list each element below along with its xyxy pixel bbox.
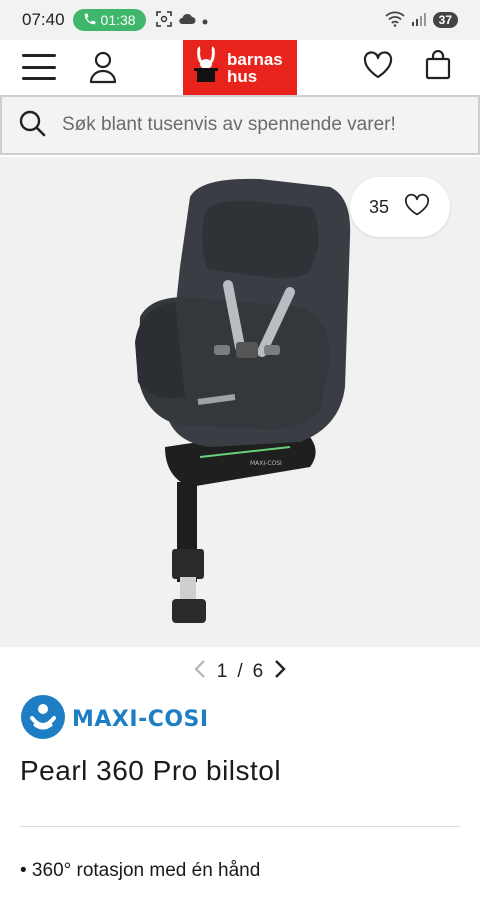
current-image-index: 1: [216, 661, 228, 682]
hamburger-icon-line: [22, 77, 56, 80]
cloud-icon: [178, 12, 196, 28]
maxi-cosi-emblem-icon: [20, 694, 66, 745]
product-title: Pearl 360 Pro bilstol: [20, 755, 282, 786]
wifi-icon: [385, 11, 405, 30]
battery-indicator: 37: [432, 12, 458, 28]
next-image-button[interactable]: [273, 659, 287, 685]
cart-button[interactable]: [424, 49, 452, 84]
ongoing-call-pill[interactable]: 01:38: [72, 9, 146, 31]
shopping-bag-icon: [424, 49, 452, 84]
system-icons: 37: [385, 11, 458, 30]
favorite-count: 35: [368, 196, 390, 217]
rabbit-hat-icon: [193, 44, 219, 91]
search-input[interactable]: Søk blant tusenvis av spennende varer!: [0, 95, 480, 155]
chevron-left-icon: [193, 659, 207, 685]
screenshot-icon: [155, 10, 172, 30]
dot-icon: [202, 12, 208, 28]
phone-icon: [83, 12, 97, 29]
search-placeholder: Søk blant tusenvis av spennende varer!: [62, 114, 396, 135]
search-icon: [18, 109, 46, 142]
user-icon: [88, 51, 118, 88]
chevron-right-icon: [273, 659, 287, 685]
product-image-gallery[interactable]: MAXI-COSI 35: [0, 157, 480, 647]
logo-text-line1: barnas: [227, 49, 283, 69]
heart-icon: [403, 193, 431, 222]
account-button[interactable]: [88, 50, 118, 84]
total-images: 6: [252, 661, 264, 682]
favorite-count-button[interactable]: 35: [350, 177, 450, 237]
previous-image-button[interactable]: [193, 659, 207, 685]
svg-text:MAXI-COSI: MAXI-COSI: [250, 460, 282, 467]
barnas-hus-logo[interactable]: barnas hus: [183, 40, 297, 95]
signal-icon: [411, 12, 427, 29]
hamburger-icon-line: [22, 54, 56, 57]
status-bar: 07:40 01:38 37: [0, 0, 480, 40]
heart-icon: [362, 51, 394, 84]
logo-text-line2: hus: [227, 66, 258, 86]
hamburger-icon-line: [22, 65, 56, 69]
wishlist-button[interactable]: [362, 50, 394, 82]
call-duration: 01:38: [100, 12, 136, 28]
notification-icons: [155, 10, 208, 30]
menu-button[interactable]: [22, 52, 56, 82]
image-index-separator: /: [237, 661, 243, 682]
brand-logo[interactable]: MAXI-COSI: [20, 694, 209, 745]
site-header: barnas hus: [0, 40, 480, 95]
status-time: 07:40: [22, 10, 65, 29]
divider: [20, 826, 460, 827]
brand-name: MAXI-COSI: [72, 706, 209, 732]
image-pager: 1 / 6: [0, 650, 480, 694]
feature-bullet: • 360° rotasjon med én hånd: [20, 860, 261, 881]
